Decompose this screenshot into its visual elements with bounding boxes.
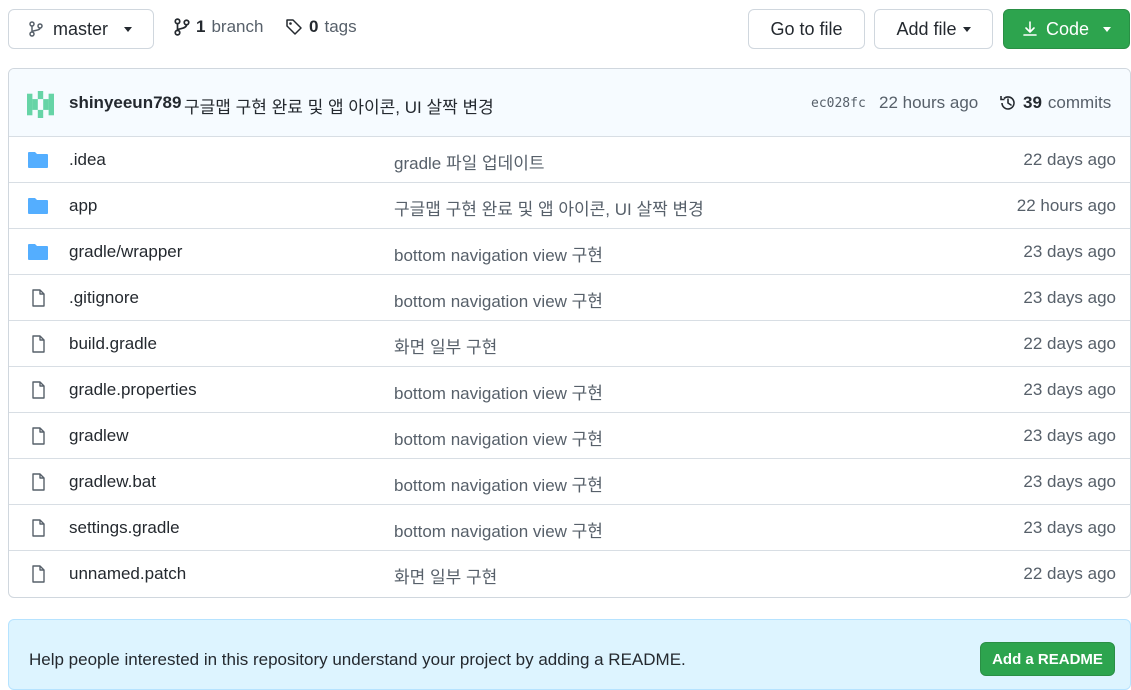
file-name[interactable]: build.gradle bbox=[69, 334, 157, 354]
readme-prompt: Help people interested in this repositor… bbox=[8, 619, 1131, 690]
file-row[interactable]: .idea gradle 파일 업데이트 22 days ago bbox=[9, 137, 1130, 183]
download-icon bbox=[1023, 21, 1037, 36]
file-commit-message[interactable]: 화면 일부 구현 bbox=[394, 333, 497, 358]
file-commit-time: 23 days ago bbox=[1023, 518, 1116, 537]
tag-count: 0 bbox=[309, 17, 319, 36]
file-name[interactable]: gradle.properties bbox=[69, 380, 197, 400]
file-icon bbox=[32, 427, 45, 445]
commit-count: 39 bbox=[1023, 93, 1042, 112]
commits-link[interactable]: 39 commits bbox=[999, 93, 1111, 113]
file-row[interactable]: unnamed.patch 화면 일부 구현 22 days ago bbox=[9, 551, 1130, 597]
file-row[interactable]: gradle/wrapper bottom navigation view 구현 2… bbox=[9, 229, 1130, 275]
tag-icon bbox=[286, 19, 302, 35]
repo-toolbar: master 1 branch 0 tags Go to file Add fi… bbox=[0, 0, 1131, 60]
go-to-file-button[interactable]: Go to file bbox=[748, 9, 865, 49]
add-readme-button[interactable]: Add a README bbox=[980, 642, 1115, 676]
file-icon bbox=[32, 335, 45, 353]
chevron-down-icon bbox=[124, 26, 133, 32]
add-file-label: Add file bbox=[896, 18, 957, 39]
file-row[interactable]: settings.gradle bottom navigation view 구현… bbox=[9, 505, 1130, 551]
git-branch-icon bbox=[29, 21, 43, 37]
folder-icon bbox=[28, 152, 48, 168]
file-row[interactable]: app 구글맵 구현 완료 및 앱 아이콘, UI 살짝 변경 22 hours a… bbox=[9, 183, 1130, 229]
file-commit-message[interactable]: bottom navigation view 구현 bbox=[394, 517, 603, 542]
file-commit-time: 23 days ago bbox=[1023, 288, 1116, 307]
file-name[interactable]: app bbox=[69, 196, 97, 216]
readme-prompt-text: Help people interested in this repositor… bbox=[29, 650, 686, 669]
file-name[interactable]: gradle/wrapper bbox=[69, 242, 182, 262]
file-commit-time: 22 hours ago bbox=[1016, 196, 1116, 215]
commit-count-word: commits bbox=[1047, 93, 1112, 112]
file-commit-message[interactable]: bottom navigation view 구현 bbox=[394, 379, 603, 404]
file-name[interactable]: unnamed.patch bbox=[69, 564, 186, 584]
file-commit-message[interactable]: bottom navigation view 구현 bbox=[394, 471, 603, 496]
file-commit-time: 23 days ago bbox=[1023, 426, 1116, 445]
file-commit-message[interactable]: bottom navigation view 구현 bbox=[394, 287, 603, 312]
commit-time: 22 hours ago bbox=[879, 93, 979, 112]
avatar[interactable] bbox=[27, 91, 54, 118]
file-name[interactable]: .gitignore bbox=[69, 288, 139, 308]
file-icon bbox=[32, 289, 45, 307]
file-row[interactable]: .gitignore bottom navigation view 구현 23 da… bbox=[9, 275, 1130, 321]
add-file-button[interactable]: Add file bbox=[874, 9, 993, 49]
branch-name: master bbox=[53, 18, 109, 39]
file-icon bbox=[32, 565, 45, 583]
file-list: .idea gradle 파일 업데이트 22 days ago app 구글맵 구현… bbox=[9, 137, 1130, 597]
file-row[interactable]: gradlew bottom navigation view 구현 23 days … bbox=[9, 413, 1130, 459]
file-browser: shinyeeun789 구글맵 구현 완료 및 앱 아이콘, UI 살짝 변경… bbox=[8, 68, 1131, 598]
file-icon bbox=[32, 381, 45, 399]
file-name[interactable]: gradlew.bat bbox=[69, 472, 156, 492]
commit-author[interactable]: shinyeeun789 bbox=[69, 93, 181, 113]
code-label: Code bbox=[1045, 18, 1090, 39]
file-commit-message[interactable]: 화면 일부 구현 bbox=[394, 563, 497, 588]
file-row[interactable]: gradlew.bat bottom navigation view 구현 23 d… bbox=[9, 459, 1130, 505]
file-icon bbox=[32, 473, 45, 491]
tags-link[interactable]: 0 tags bbox=[285, 17, 357, 37]
folder-icon bbox=[28, 198, 48, 214]
file-name[interactable]: settings.gradle bbox=[69, 518, 180, 538]
chevron-down-icon bbox=[1103, 26, 1112, 32]
file-name[interactable]: gradlew bbox=[69, 426, 129, 446]
commit-message[interactable]: 구글맵 구현 완료 및 앱 아이콘, UI 살짝 변경 bbox=[184, 93, 494, 118]
file-row[interactable]: gradle.properties bottom navigation view … bbox=[9, 367, 1130, 413]
history-icon bbox=[1000, 96, 1015, 110]
chevron-down-icon bbox=[962, 26, 971, 32]
commit-sha[interactable]: ec028fc bbox=[811, 96, 866, 111]
git-branch-icon bbox=[174, 18, 190, 36]
file-icon bbox=[32, 519, 45, 537]
code-button[interactable]: Code bbox=[1003, 9, 1130, 49]
branches-link[interactable]: 1 branch bbox=[174, 17, 263, 37]
file-commit-message[interactable]: bottom navigation view 구현 bbox=[394, 425, 603, 450]
branch-select-button[interactable]: master bbox=[8, 9, 154, 49]
tag-word: tags bbox=[324, 17, 357, 36]
file-commit-time: 23 days ago bbox=[1023, 472, 1116, 491]
file-commit-message[interactable]: bottom navigation view 구현 bbox=[394, 241, 603, 266]
file-row[interactable]: build.gradle 화면 일부 구현 22 days ago bbox=[9, 321, 1130, 367]
file-commit-message[interactable]: gradle 파일 업데이트 bbox=[394, 149, 545, 174]
file-commit-time: 22 days ago bbox=[1023, 334, 1116, 353]
file-commit-message[interactable]: 구글맵 구현 완료 및 앱 아이콘, UI 살짝 변경 bbox=[394, 195, 704, 220]
file-commit-time: 23 days ago bbox=[1023, 242, 1116, 261]
branch-count: 1 bbox=[196, 17, 206, 36]
file-name[interactable]: .idea bbox=[69, 150, 106, 170]
file-commit-time: 22 days ago bbox=[1023, 150, 1116, 169]
latest-commit-bar: shinyeeun789 구글맵 구현 완료 및 앱 아이콘, UI 살짝 변경… bbox=[9, 69, 1130, 137]
file-commit-time: 23 days ago bbox=[1023, 380, 1116, 399]
branch-word: branch bbox=[211, 17, 264, 36]
file-commit-time: 22 days ago bbox=[1023, 564, 1116, 583]
folder-icon bbox=[28, 244, 48, 260]
